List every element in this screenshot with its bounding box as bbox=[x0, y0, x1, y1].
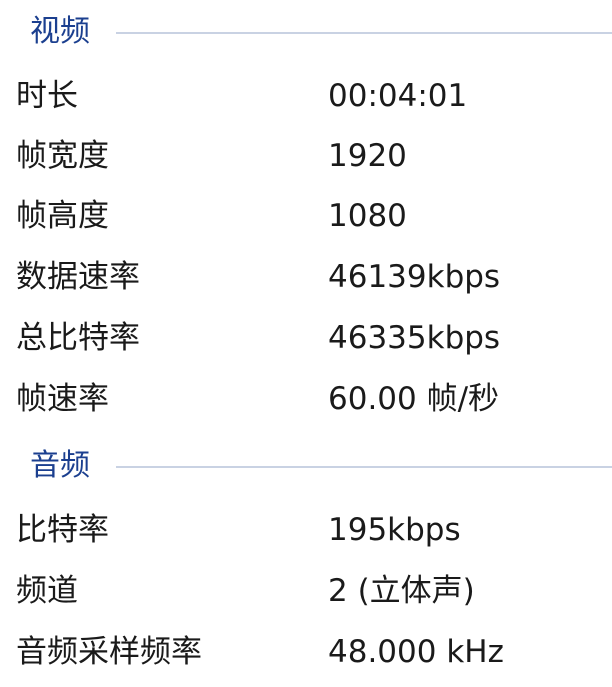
property-label: 音频采样频率 bbox=[16, 634, 202, 670]
property-label: 比特率 bbox=[16, 512, 109, 548]
audio-group-title: 音频 bbox=[30, 448, 90, 483]
property-row-frame-height[interactable]: 帧高度 1080 bbox=[0, 186, 612, 246]
video-group-divider bbox=[116, 32, 612, 34]
audio-group-header: 音频 bbox=[0, 446, 612, 486]
property-value: 46139kbps bbox=[328, 259, 501, 295]
property-label: 帧高度 bbox=[16, 198, 109, 234]
property-value: 46335kbps bbox=[328, 320, 501, 356]
audio-group-divider bbox=[116, 466, 612, 468]
property-label: 数据速率 bbox=[16, 259, 140, 295]
property-value: 1920 bbox=[328, 138, 407, 174]
property-row-audio-bitrate[interactable]: 比特率 195kbps bbox=[0, 500, 612, 560]
property-label: 频道 bbox=[16, 573, 78, 609]
media-properties-panel: 视频 时长 00:04:01 帧宽度 1920 帧高度 1080 数据速率 46… bbox=[0, 0, 612, 687]
property-label: 帧速率 bbox=[16, 381, 109, 417]
property-row-sample-rate[interactable]: 音频采样频率 48.000 kHz bbox=[0, 622, 612, 682]
property-row-total-bitrate[interactable]: 总比特率 46335kbps bbox=[0, 308, 612, 368]
property-row-data-rate[interactable]: 数据速率 46139kbps bbox=[0, 247, 612, 307]
video-group-header: 视频 bbox=[0, 12, 612, 52]
property-row-duration[interactable]: 时长 00:04:01 bbox=[0, 66, 612, 126]
property-label: 时长 bbox=[16, 78, 78, 114]
property-value: 1080 bbox=[328, 198, 407, 234]
property-row-channels[interactable]: 频道 2 (立体声) bbox=[0, 561, 612, 621]
property-label: 总比特率 bbox=[16, 320, 140, 356]
property-value: 00:04:01 bbox=[328, 78, 468, 114]
property-row-frame-rate[interactable]: 帧速率 60.00 帧/秒 bbox=[0, 369, 612, 429]
property-value: 60.00 帧/秒 bbox=[328, 381, 500, 417]
property-value: 48.000 kHz bbox=[328, 634, 504, 670]
property-value: 195kbps bbox=[328, 512, 461, 548]
property-label: 帧宽度 bbox=[16, 138, 109, 174]
property-value: 2 (立体声) bbox=[328, 573, 475, 609]
video-group-title: 视频 bbox=[30, 14, 90, 49]
property-row-frame-width[interactable]: 帧宽度 1920 bbox=[0, 126, 612, 186]
